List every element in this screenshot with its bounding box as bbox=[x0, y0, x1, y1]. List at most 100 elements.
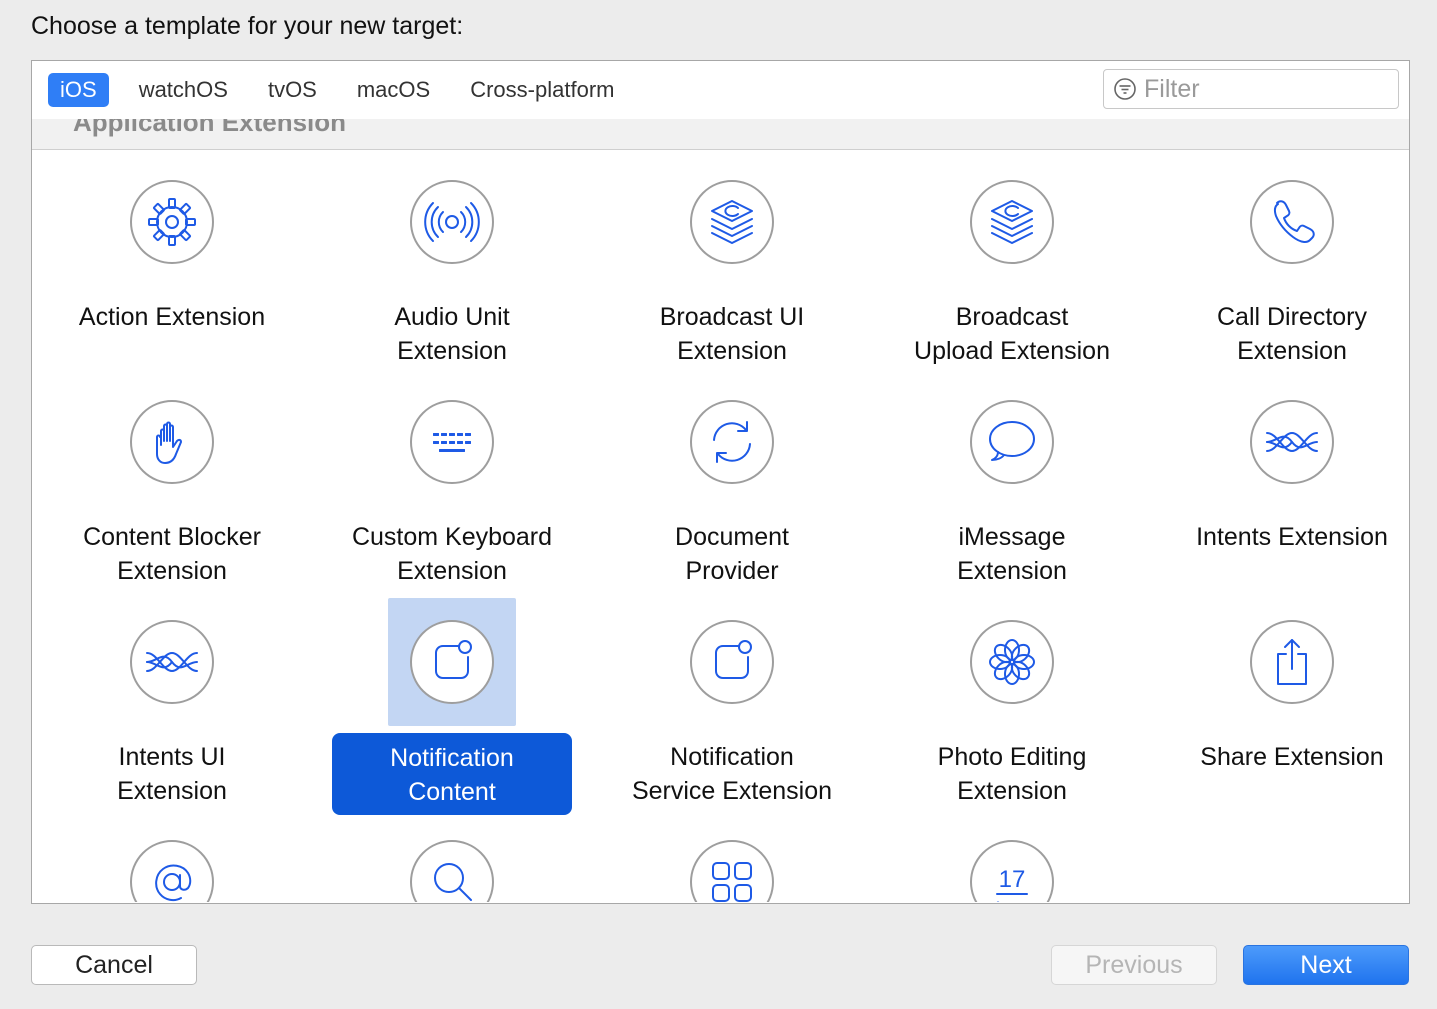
template-icon-tile[interactable] bbox=[1228, 158, 1356, 286]
template-icon-tile[interactable] bbox=[668, 818, 796, 902]
template-icon-circle bbox=[970, 180, 1054, 264]
phone-icon bbox=[1273, 200, 1315, 243]
template-label[interactable]: Intents Extension bbox=[1152, 520, 1409, 554]
template-label[interactable]: Intents UI Extension bbox=[32, 740, 312, 808]
template-intents-extension[interactable]: Intents Extension bbox=[1152, 370, 1409, 590]
template-share-extension[interactable]: Share Extension bbox=[1152, 590, 1409, 810]
template-icon-tile[interactable] bbox=[388, 818, 516, 902]
broadcast-stack-icon bbox=[991, 200, 1033, 244]
hand-icon bbox=[156, 421, 182, 464]
section-title: Application Extension bbox=[73, 119, 347, 137]
template-call-directory-extension[interactable]: Call Directory Extension bbox=[1152, 150, 1409, 370]
share-icon bbox=[1277, 639, 1307, 685]
section-header: Application Extension bbox=[32, 119, 1409, 150]
template-icon-circle bbox=[410, 180, 494, 264]
filter-field[interactable] bbox=[1103, 69, 1399, 109]
template-label[interactable]: Broadcast Upload Extension bbox=[872, 300, 1152, 368]
template-label-line: Upload Extension bbox=[914, 337, 1110, 365]
template-icon-circle bbox=[410, 400, 494, 484]
template-icon-tile[interactable] bbox=[108, 598, 236, 726]
template-label-line: Audio Unit bbox=[394, 303, 510, 331]
template-label[interactable]: Content Blocker Extension bbox=[32, 520, 312, 588]
template-label[interactable]: Broadcast UI Extension bbox=[592, 300, 872, 368]
template-notification-service-extension[interactable]: Notification Service Extension bbox=[592, 590, 872, 810]
template-icon-circle bbox=[410, 840, 494, 902]
previous-button[interactable]: Previous bbox=[1051, 945, 1217, 985]
template-icon-circle bbox=[130, 180, 214, 264]
template-label-line: Notification bbox=[390, 744, 514, 772]
template-icon-tile[interactable] bbox=[948, 378, 1076, 506]
template-icon-tile[interactable] bbox=[388, 158, 516, 286]
template-icon-circle bbox=[1250, 620, 1334, 704]
template-audio-unit-extension[interactable]: Audio Unit Extension bbox=[312, 150, 592, 370]
template-icon-tile[interactable] bbox=[1228, 598, 1356, 726]
template-content-blocker-extension[interactable]: Content Blocker Extension bbox=[32, 370, 312, 590]
template-label[interactable]: Action Extension bbox=[32, 300, 312, 334]
template-custom-keyboard-extension[interactable]: Custom Keyboard Extension bbox=[312, 370, 592, 590]
template-icon-circle bbox=[970, 620, 1054, 704]
template-icon-tile[interactable] bbox=[388, 378, 516, 506]
tab-tvos[interactable]: tvOS bbox=[256, 73, 329, 107]
template-icon-tile[interactable] bbox=[108, 818, 236, 902]
template-label[interactable]: Custom Keyboard Extension bbox=[312, 520, 592, 588]
template-label-line: Extension bbox=[397, 557, 507, 585]
template-label[interactable]: Notification Content bbox=[332, 733, 572, 815]
template-icon-circle bbox=[130, 620, 214, 704]
gear-icon bbox=[148, 198, 196, 246]
template-spotlight-extension[interactable] bbox=[312, 810, 592, 902]
template-label-line: Intents Extension bbox=[1196, 523, 1388, 551]
tab-cross-platform[interactable]: Cross-platform bbox=[458, 73, 626, 107]
template-label[interactable]: Document Provider bbox=[592, 520, 872, 588]
template-label[interactable]: iMessage Extension bbox=[872, 520, 1152, 588]
flower-icon bbox=[989, 639, 1035, 685]
at-sign-icon bbox=[155, 864, 192, 902]
template-notification-content[interactable]: Notification Content bbox=[312, 590, 592, 815]
notification-badge-icon bbox=[435, 640, 472, 679]
template-label-line: Content Blocker bbox=[83, 523, 261, 551]
audio-waves-icon bbox=[424, 202, 480, 242]
template-label[interactable]: Call Directory Extension bbox=[1152, 300, 1409, 368]
template-label-line: Extension bbox=[957, 777, 1067, 805]
template-icon-tile[interactable]: 17 bbox=[948, 818, 1076, 902]
template-imessage-extension[interactable]: iMessage Extension bbox=[872, 370, 1152, 590]
template-document-provider[interactable]: Document Provider bbox=[592, 370, 872, 590]
filter-icon bbox=[1114, 78, 1136, 100]
template-icon-tile[interactable] bbox=[1228, 378, 1356, 506]
template-today-extension[interactable]: 17 bbox=[872, 810, 1152, 902]
speech-bubble-icon bbox=[989, 421, 1035, 461]
tab-macos[interactable]: macOS bbox=[345, 73, 442, 107]
template-icon-circle bbox=[690, 400, 774, 484]
template-grid[interactable]: Action Extension Audio Unit Extension Broad… bbox=[32, 150, 1409, 902]
template-icon-tile[interactable] bbox=[948, 598, 1076, 726]
next-button[interactable]: Next bbox=[1243, 945, 1409, 985]
template-photo-editing-extension[interactable]: Photo Editing Extension bbox=[872, 590, 1152, 810]
template-icon-tile[interactable] bbox=[108, 158, 236, 286]
tab-ios[interactable]: iOS bbox=[48, 73, 109, 107]
magnifier-icon bbox=[434, 863, 472, 901]
template-icon-tile[interactable] bbox=[388, 598, 516, 726]
template-label[interactable]: Audio Unit Extension bbox=[312, 300, 592, 368]
template-action-extension[interactable]: Action Extension bbox=[32, 150, 312, 370]
keyboard-icon bbox=[433, 433, 471, 452]
tab-watchos[interactable]: watchOS bbox=[127, 73, 240, 107]
calendar-17-icon: 17 bbox=[996, 866, 1028, 902]
intents-waves-icon bbox=[1266, 432, 1318, 452]
template-icon-tile[interactable] bbox=[108, 378, 236, 506]
template-label[interactable]: Share Extension bbox=[1152, 740, 1409, 774]
template-broadcast-upload-extension[interactable]: Broadcast Upload Extension bbox=[872, 150, 1152, 370]
template-panel: iOS watchOS tvOS macOS Cross-platform Applic… bbox=[31, 60, 1410, 904]
template-label-line: Provider bbox=[685, 557, 779, 585]
template-sticker-pack-extension[interactable] bbox=[592, 810, 872, 902]
filter-input[interactable] bbox=[1144, 74, 1384, 104]
template-label[interactable]: Notification Service Extension bbox=[592, 740, 872, 808]
template-icon-tile[interactable] bbox=[668, 378, 796, 506]
template-icon-tile[interactable] bbox=[668, 598, 796, 726]
template-at-sign-extension[interactable] bbox=[32, 810, 312, 902]
template-icon-tile[interactable] bbox=[948, 158, 1076, 286]
template-label[interactable]: Photo Editing Extension bbox=[872, 740, 1152, 808]
template-icon-tile[interactable] bbox=[668, 158, 796, 286]
grid-squares-icon bbox=[712, 862, 752, 902]
template-intents-ui-extension[interactable]: Intents UI Extension bbox=[32, 590, 312, 810]
cancel-button[interactable]: Cancel bbox=[31, 945, 197, 985]
template-broadcast-ui-extension[interactable]: Broadcast UI Extension bbox=[592, 150, 872, 370]
